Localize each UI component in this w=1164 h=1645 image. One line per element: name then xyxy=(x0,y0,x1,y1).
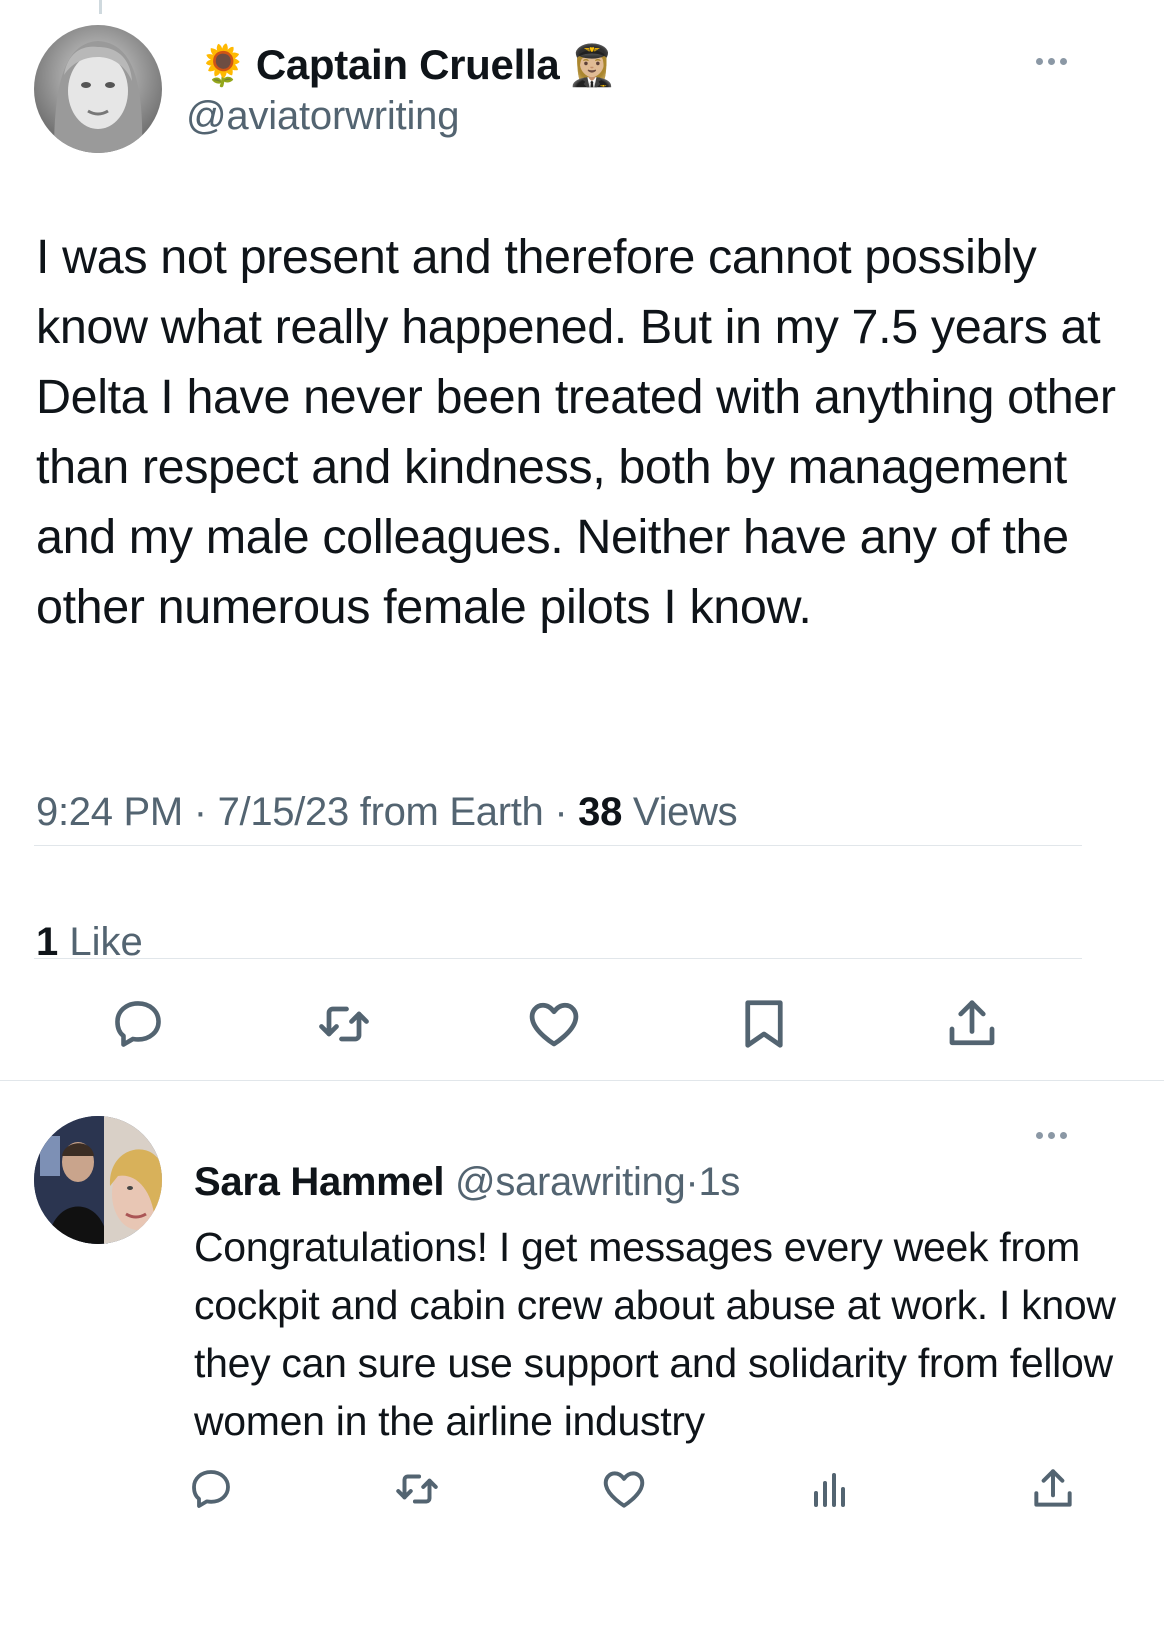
thread-connector-line xyxy=(99,0,102,14)
separator: · xyxy=(554,790,568,834)
views-icon[interactable] xyxy=(803,1462,857,1516)
like-icon[interactable] xyxy=(597,1462,651,1516)
views-count: 38 xyxy=(578,790,623,834)
author-handle[interactable]: @aviatorwriting xyxy=(186,94,617,139)
author-name-row[interactable]: 🌻 Captain Cruella 👩🏼‍✈️ xyxy=(198,36,617,94)
divider xyxy=(0,1080,1164,1081)
share-icon[interactable] xyxy=(940,992,1004,1056)
tweet-text: I was not present and therefore cannot p… xyxy=(36,230,1116,634)
reply-author-name[interactable]: Sara Hammel xyxy=(194,1160,444,1204)
tweet-metadata: 9:24 PM · 7/15/23 from Earth · 38 Views xyxy=(36,790,738,835)
more-icon[interactable] xyxy=(1036,58,1067,65)
divider xyxy=(34,958,1082,959)
like-icon[interactable] xyxy=(522,992,586,1056)
retweet-icon[interactable] xyxy=(390,1462,444,1516)
more-icon[interactable] xyxy=(1036,1132,1067,1139)
tweet-source: from Earth xyxy=(359,790,544,834)
author-name[interactable]: Captain Cruella xyxy=(256,41,560,89)
separator: · xyxy=(685,1160,699,1204)
reply-icon[interactable] xyxy=(184,1462,238,1516)
reply-time[interactable]: 1s xyxy=(698,1160,740,1204)
views-label: Views xyxy=(632,790,738,834)
reply-icon[interactable] xyxy=(106,992,170,1056)
tweet-time[interactable]: 9:24 PM xyxy=(36,790,183,834)
bookmark-icon[interactable] xyxy=(732,992,796,1056)
reply-header: Sara Hammel @sarawriting·1s xyxy=(194,1160,740,1205)
pilot-emoji-icon: 👩🏼‍✈️ xyxy=(567,43,618,88)
share-icon[interactable] xyxy=(1026,1462,1080,1516)
reply-author-avatar[interactable] xyxy=(34,1116,162,1244)
separator: · xyxy=(193,790,207,834)
divider xyxy=(34,845,1082,846)
reply-text: Congratulations! I get messages every we… xyxy=(194,1224,1116,1444)
tweet-date[interactable]: 7/15/23 xyxy=(218,790,350,834)
sunflower-emoji-icon: 🌻 xyxy=(198,43,248,88)
author-avatar[interactable] xyxy=(34,25,162,153)
reply-author-handle[interactable]: @sarawriting xyxy=(455,1160,686,1204)
author-info: 🌻 Captain Cruella 👩🏼‍✈️ @aviatorwriting xyxy=(186,36,617,139)
retweet-icon[interactable] xyxy=(312,992,376,1056)
